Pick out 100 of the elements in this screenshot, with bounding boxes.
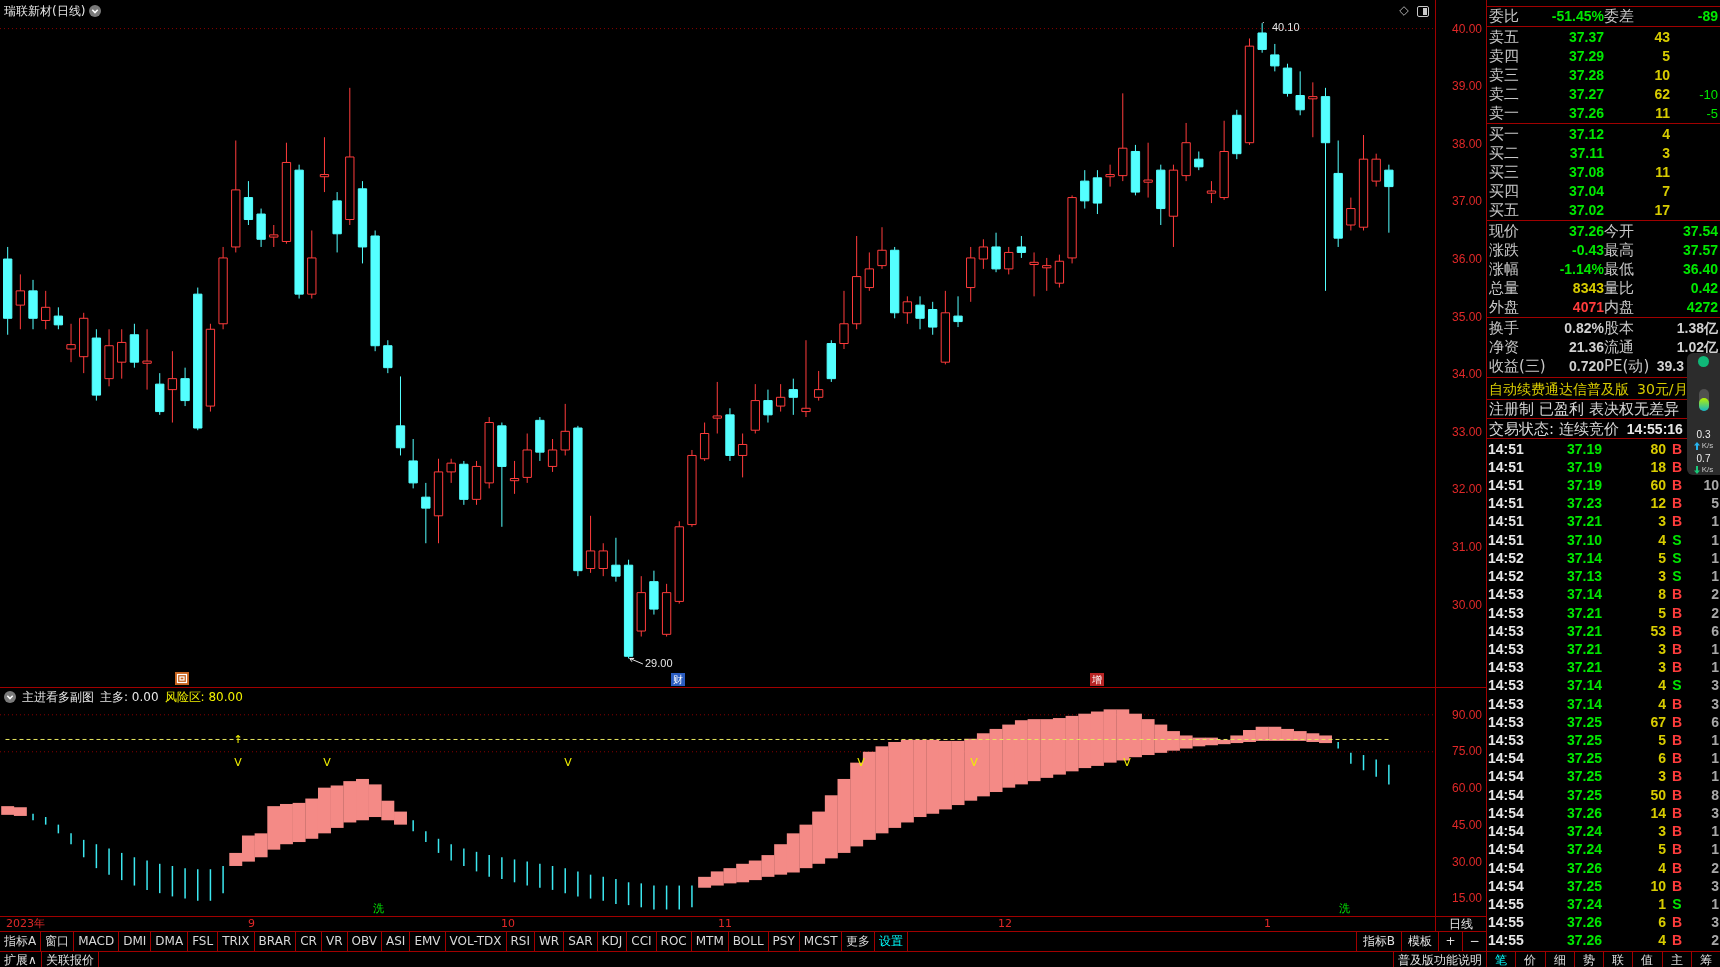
axis-label: 33.00: [1451, 424, 1482, 439]
axis-label: 30.00: [1451, 854, 1482, 869]
trade-volume: 10: [1649, 877, 1666, 895]
trade-time: 14:51: [1488, 513, 1525, 531]
axis-label: 32.00: [1451, 482, 1482, 497]
trade-side: B: [1670, 604, 1684, 622]
trade-count: 2: [1710, 932, 1719, 950]
trade-side: B: [1670, 859, 1684, 877]
trade-count: 8: [1710, 786, 1719, 804]
chevron-down-icon[interactable]: [4, 690, 16, 703]
trade-count: 1: [1710, 768, 1719, 786]
order-price: 37.27: [1567, 84, 1604, 104]
indicator-value: 主多: 0.00: [100, 689, 159, 704]
download-speed: 0.7: [1696, 453, 1711, 465]
quote-value: -51.45%: [1550, 7, 1604, 26]
order-label: 卖五: [1489, 27, 1520, 47]
order-volume: 62: [1653, 84, 1670, 104]
order-volume: 5: [1661, 46, 1670, 66]
indicator-value: 风险区: 80.00: [164, 689, 243, 704]
trade-time: 14:53: [1488, 659, 1525, 677]
trade-volume: 1: [1657, 895, 1666, 913]
trade-volume: 4: [1657, 859, 1666, 877]
quote-label: 涨幅: [1489, 259, 1520, 279]
trade-time: 14:54: [1488, 804, 1525, 822]
trade-count: 1: [1710, 823, 1719, 841]
trade-count: 1: [1710, 841, 1719, 859]
trade-time: 14:54: [1488, 768, 1525, 786]
trade-time: 14:55: [1488, 914, 1525, 932]
speed-monitor[interactable]: 0.3 K/s 0.7 K/s: [1687, 353, 1720, 475]
trade-volume: 4: [1657, 932, 1666, 950]
trade-time: 14:53: [1488, 713, 1525, 731]
quote-label: 委比: [1489, 7, 1520, 26]
trade-side: S: [1671, 568, 1683, 586]
quote-label: 股本: [1604, 319, 1635, 338]
trade-volume: 5: [1657, 549, 1666, 567]
order-change: -5: [1705, 104, 1718, 123]
status-time: 14:55:16: [1626, 419, 1683, 438]
trade-time: 14:51: [1488, 477, 1525, 495]
axis-label: 38.00: [1451, 136, 1482, 151]
date-label: 9: [248, 917, 255, 931]
diamond-icon[interactable]: [1399, 6, 1409, 16]
quote-label: 收益(三): [1489, 357, 1547, 376]
order-label: 卖一: [1489, 103, 1520, 123]
trade-time: 14:54: [1488, 859, 1525, 877]
trade-volume: 60: [1649, 477, 1666, 495]
trade-side: B: [1670, 458, 1684, 476]
trade-time: 14:54: [1488, 841, 1525, 859]
speed-unit: K/s: [1701, 465, 1714, 475]
order-label: 买四: [1489, 181, 1520, 201]
quote-value: 37.54: [1681, 221, 1718, 241]
quote-value: 39.3: [1655, 357, 1684, 376]
trade-price: 37.14: [1565, 677, 1602, 695]
quote-label: 涨跌: [1489, 240, 1520, 260]
trade-time: 14:54: [1488, 786, 1525, 804]
quote-value: 37.26: [1567, 221, 1604, 241]
trade-side: B: [1670, 622, 1684, 640]
trade-side: B: [1670, 713, 1684, 731]
trade-volume: 50: [1649, 786, 1666, 804]
trade-side: B: [1670, 640, 1684, 658]
quote-value: 36.40: [1681, 259, 1718, 279]
date-label: 1: [1264, 917, 1271, 931]
order-price: 37.28: [1567, 65, 1604, 85]
date-label: 2023年: [6, 917, 45, 931]
trade-price: 37.25: [1565, 768, 1602, 786]
trade-count: 1: [1710, 568, 1719, 586]
trade-side: B: [1670, 914, 1684, 932]
trade-count: 2: [1710, 859, 1719, 877]
order-label: 卖三: [1489, 65, 1520, 85]
trade-side: B: [1670, 786, 1684, 804]
quote-label: 委差: [1604, 7, 1635, 26]
order-price: 37.08: [1567, 162, 1604, 182]
promo-price: 30元/月: [1637, 379, 1688, 398]
axis-label: 40.00: [1451, 21, 1482, 36]
trade-time: 14:53: [1488, 732, 1525, 750]
axis-label: 60.00: [1451, 781, 1482, 795]
axis-label: 30.00: [1451, 597, 1482, 612]
quote-value: 0.42: [1689, 278, 1718, 298]
trade-side: B: [1670, 495, 1684, 513]
trade-volume: 53: [1649, 622, 1666, 640]
quote-label: 内盘: [1604, 297, 1635, 317]
trade-volume: 3: [1657, 659, 1666, 677]
trade-time: 14:54: [1488, 823, 1525, 841]
trade-time: 14:53: [1488, 622, 1525, 640]
trade-price: 37.14: [1565, 695, 1602, 713]
panel-icon[interactable]: [1417, 5, 1429, 17]
trade-count: 3: [1710, 804, 1719, 822]
trade-count: 2: [1710, 586, 1719, 604]
trade-price: 37.24: [1565, 895, 1602, 913]
chevron-down-icon[interactable]: [89, 5, 102, 17]
trade-count: 3: [1710, 914, 1719, 932]
trade-price: 37.25: [1565, 786, 1602, 804]
order-change: -10: [1698, 85, 1718, 104]
trade-count: 1: [1710, 659, 1719, 677]
trade-time: 14:53: [1488, 586, 1525, 604]
trade-price: 37.21: [1565, 659, 1602, 677]
quote-value: -0.43: [1571, 240, 1604, 260]
trade-time: 14:53: [1488, 604, 1525, 622]
trade-side: B: [1670, 440, 1684, 458]
trade-side: B: [1670, 659, 1684, 677]
trade-count: 1: [1710, 531, 1719, 549]
